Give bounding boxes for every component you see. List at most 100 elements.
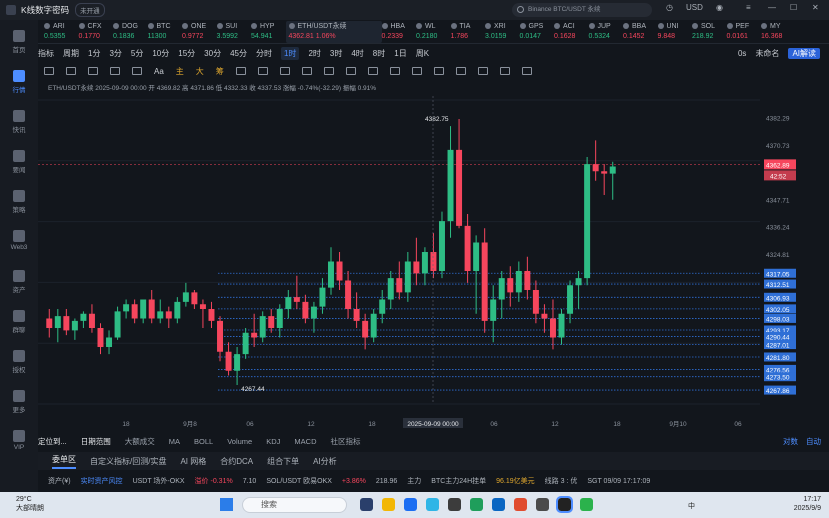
ticker-item[interactable]: SUI 3.5992 (216, 22, 251, 42)
ticker-item[interactable]: TIA 1.786 (450, 22, 485, 42)
indicator-tab[interactable]: 大额成交 (125, 436, 155, 447)
sidebar-item[interactable]: Web3 (0, 230, 38, 251)
minimize-button[interactable]: — (768, 3, 776, 12)
drawing-tool-icon[interactable] (521, 67, 532, 75)
period-option[interactable]: 1时 (280, 46, 300, 60)
period-option[interactable]: 3时 (330, 48, 342, 59)
drawing-tool-icon[interactable] (367, 67, 378, 75)
panel-tab[interactable]: AI 网格 (180, 456, 206, 467)
sidebar-item[interactable]: 首页 (0, 30, 38, 54)
period-option[interactable]: 10分 (152, 48, 169, 59)
app-icon[interactable] (556, 496, 573, 513)
indicator-tab[interactable]: Volume (227, 437, 252, 446)
ticker-item[interactable]: UNI 9.848 (657, 22, 692, 42)
drawing-tool-icon[interactable] (389, 67, 400, 75)
input-language[interactable]: 中 (688, 501, 695, 511)
maximize-button[interactable]: ☐ (790, 3, 797, 12)
drawing-tool-icon[interactable] (88, 67, 98, 75)
toolbar2-label[interactable]: 筹 (216, 66, 224, 77)
app-icon[interactable] (470, 498, 483, 511)
currency-select[interactable]: USD (686, 3, 703, 12)
scale-option[interactable]: 对数 (783, 437, 798, 446)
file-explorer-icon[interactable] (382, 498, 395, 511)
period-option[interactable]: 5分 (131, 48, 143, 59)
drawing-tool-icon[interactable] (477, 67, 488, 75)
drawing-tool-icon[interactable] (235, 67, 246, 75)
ticker-item[interactable]: ONE 0.9772 (182, 22, 216, 42)
period-option[interactable]: 15分 (178, 48, 195, 59)
bottom-left-tab[interactable]: 日期范围 (81, 436, 111, 447)
toolbar-right-item[interactable]: AI解读 (788, 47, 820, 59)
period-option[interactable]: 分时 (256, 48, 272, 59)
drawing-tool-icon[interactable] (323, 67, 334, 75)
close-button[interactable]: ✕ (812, 3, 819, 12)
app-icon[interactable] (536, 498, 549, 511)
drawing-tool-icon[interactable] (110, 67, 120, 75)
period-option[interactable]: 30分 (204, 48, 221, 59)
toolbar2-label[interactable]: 主 (176, 66, 184, 77)
sidebar-item[interactable]: 快讯 (0, 110, 38, 134)
period-option[interactable]: 8时 (373, 48, 385, 59)
toolbar2-label[interactable]: 大 (196, 66, 204, 77)
app-icon[interactable] (514, 498, 527, 511)
menu-icon[interactable]: ≡ (746, 3, 751, 12)
user-icon[interactable]: ◉ (716, 3, 723, 12)
subscription-badge[interactable]: 未开通 (75, 3, 105, 17)
period-option[interactable]: 45分 (230, 48, 247, 59)
scale-option[interactable]: 自动 (806, 437, 821, 446)
sidebar-item[interactable]: 行情 (0, 70, 38, 94)
period-option[interactable]: 周K (416, 48, 429, 59)
edge-icon[interactable] (426, 498, 439, 511)
taskbar-search[interactable]: 搜索 (242, 497, 347, 513)
sidebar-item[interactable]: 授权 (0, 350, 38, 374)
ticker-item[interactable]: HBA 0.2339 (381, 22, 416, 42)
toolbar-right-item[interactable]: 未命名 (755, 49, 779, 58)
period-option[interactable]: 4时 (351, 48, 363, 59)
taskbar-clock[interactable]: 17:17 2025/9/9 (794, 495, 821, 513)
period-option[interactable]: 1分 (88, 48, 100, 59)
period-option[interactable]: 3分 (109, 48, 121, 59)
sidebar-item[interactable]: 策略 (0, 190, 38, 214)
panel-tab[interactable]: 合约DCA (220, 456, 253, 467)
toolbar-right-item[interactable]: 0s (738, 49, 746, 58)
ticker-item[interactable]: SOL 218.92 (692, 22, 726, 42)
toolbar2-label[interactable]: Aa (154, 67, 164, 76)
drawing-tool-icon[interactable] (257, 67, 268, 75)
period-option[interactable]: 2时 (308, 48, 320, 59)
drawing-tool-icon[interactable] (433, 67, 444, 75)
drawing-tool-icon[interactable] (301, 67, 312, 75)
weather-widget[interactable]: 29°C 大部晴朗 (16, 495, 44, 513)
clock-icon[interactable]: ◷ (666, 3, 673, 12)
drawing-tool-icon[interactable] (455, 67, 466, 75)
ticker-item[interactable]: BTC 11300 (147, 22, 182, 42)
panel-tab[interactable]: AI分析 (313, 456, 337, 467)
indicator-tab[interactable]: MACD (294, 437, 316, 446)
ticker-item[interactable]: BBA 0.1452 (623, 22, 657, 42)
ticker-item[interactable]: DOG 0.1836 (113, 22, 147, 42)
ticker-item[interactable]: XRI 3.0159 (485, 22, 519, 42)
panel-tab[interactable]: 组合下单 (267, 456, 299, 467)
chart-area[interactable]: 4317.05 4312.51 4306.93 4302.05 4298.03 4293.… (38, 96, 829, 432)
start-icon[interactable] (220, 498, 233, 511)
indicator-tab[interactable]: 社区指标 (331, 436, 361, 447)
panel-tab[interactable]: 自定义指标/回测/实盘 (90, 456, 166, 467)
ticker-item[interactable]: ARI 0.5355 (44, 22, 78, 42)
app-icon[interactable] (492, 498, 505, 511)
period-button[interactable]: 周期 (63, 48, 79, 59)
indicator-tab[interactable]: BOLL (194, 437, 213, 446)
drawing-tool-icon[interactable] (411, 67, 422, 75)
ticker-item[interactable]: GPS 0.0147 (519, 22, 554, 42)
drawing-tool-icon[interactable] (279, 67, 290, 75)
drawing-tool-icon[interactable] (499, 67, 510, 75)
drawing-tool-icon[interactable] (345, 67, 356, 75)
app-icon[interactable] (448, 498, 461, 511)
task-view-icon[interactable] (360, 498, 373, 511)
drawing-tool-icon[interactable] (132, 67, 142, 75)
store-icon[interactable] (404, 498, 417, 511)
ticker-item[interactable]: PEF 0.0161 (726, 22, 761, 42)
period-option[interactable]: 1日 (394, 48, 406, 59)
indicator-button[interactable]: 指标 (38, 48, 54, 59)
bottom-left-tab[interactable]: 定位到... (38, 436, 67, 447)
sidebar-item[interactable]: 更多 (0, 390, 38, 414)
drawing-tool-icon[interactable] (66, 67, 76, 75)
